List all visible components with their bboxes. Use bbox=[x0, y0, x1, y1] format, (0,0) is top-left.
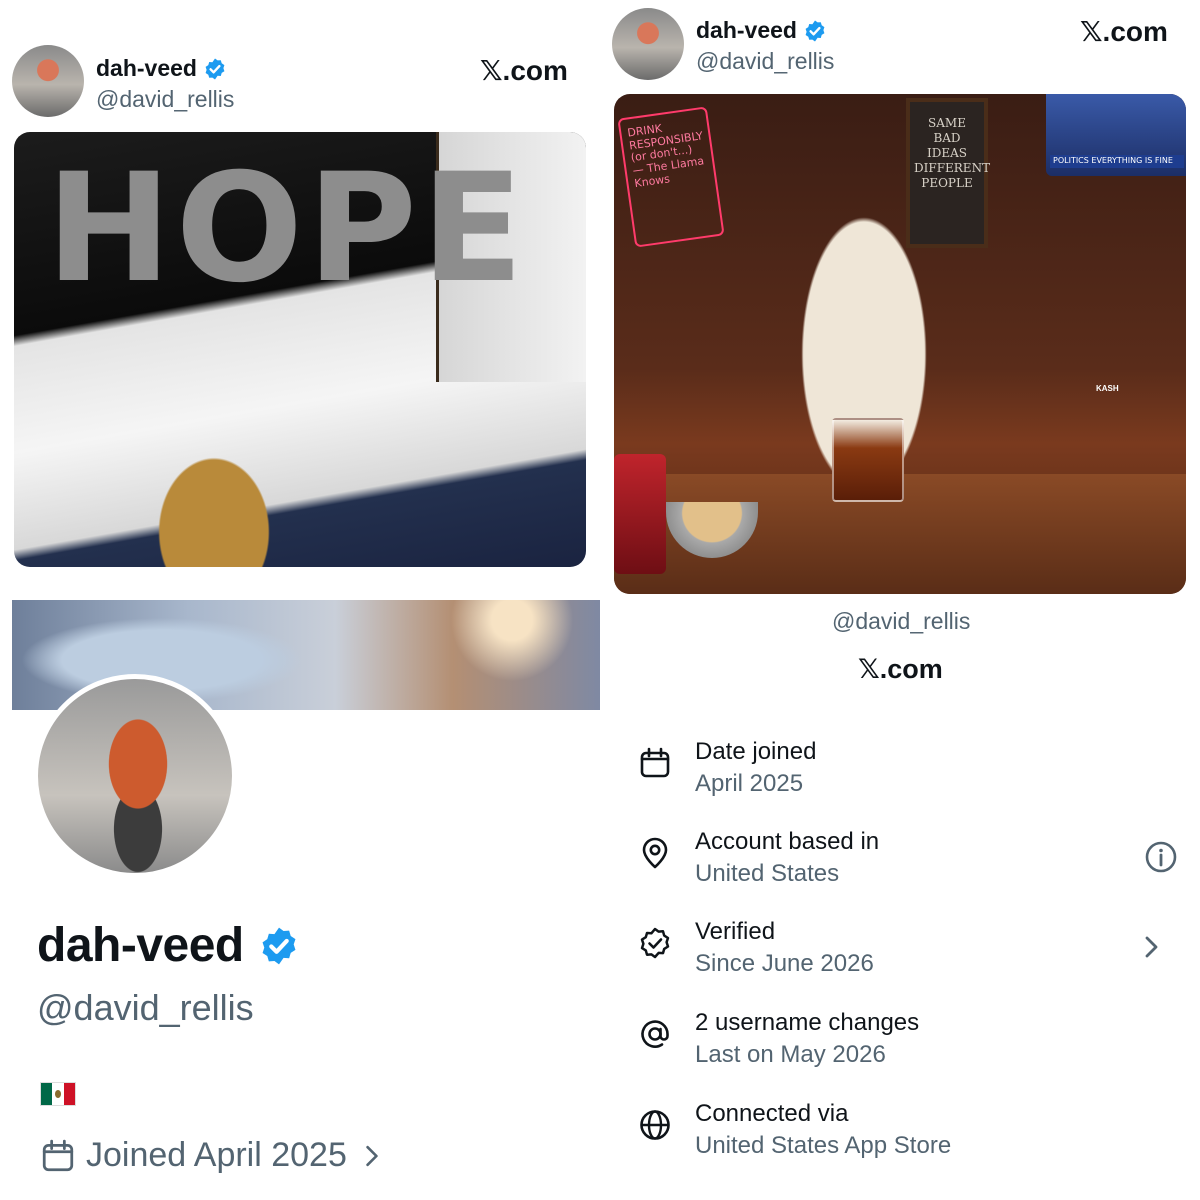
info-icon[interactable] bbox=[1144, 840, 1178, 874]
drink-glass bbox=[832, 418, 904, 502]
joined-row[interactable]: Joined April 2025 bbox=[40, 1136, 387, 1175]
at-icon bbox=[641, 1020, 669, 1048]
about-row-account-based-in: Account based in United States bbox=[638, 828, 1178, 898]
author-name: dah-veed bbox=[96, 55, 197, 81]
author-handle[interactable]: @david_rellis bbox=[96, 86, 234, 113]
about-row-username-changes: 2 username changes Last on May 2026 bbox=[638, 1009, 1178, 1079]
source-label: 𝕏.com bbox=[1080, 16, 1168, 47]
row-title: Account based in bbox=[695, 828, 880, 855]
about-handle: @david_rellis bbox=[832, 608, 971, 634]
author-avatar[interactable] bbox=[612, 8, 684, 80]
row-value: United States App Store bbox=[695, 1132, 952, 1159]
row-value: United States bbox=[695, 860, 840, 887]
row-title: Verified bbox=[695, 918, 776, 945]
row-title: Date joined bbox=[695, 738, 817, 765]
profile-avatar[interactable] bbox=[33, 674, 237, 878]
author-name: dah-veed bbox=[696, 17, 797, 43]
author-name-row[interactable]: dah-veed bbox=[96, 55, 227, 82]
row-value: April 2025 bbox=[695, 770, 804, 797]
verified-badge-icon[interactable] bbox=[258, 925, 300, 967]
joined-text: Joined April 2025 bbox=[86, 1136, 347, 1174]
tweet-image-hope[interactable]: HOPE bbox=[14, 132, 586, 567]
tv-screen: POLITICS EVERYTHING IS FINE bbox=[1046, 94, 1186, 176]
lapel-pin: KASH bbox=[1096, 384, 1119, 393]
chevron-right-icon[interactable] bbox=[357, 1141, 387, 1171]
candle-jar bbox=[614, 454, 666, 574]
image-overlay-text: HOPE bbox=[46, 142, 528, 316]
author-avatar[interactable] bbox=[12, 45, 84, 117]
about-row-date-joined: Date joined April 2025 bbox=[638, 738, 1178, 808]
mexico-flag-icon bbox=[40, 1082, 76, 1106]
globe-icon bbox=[640, 1110, 670, 1140]
tweet-image-llama-bar[interactable]: DRINK RESPONSIBLY (or don't...) — The Ll… bbox=[614, 94, 1186, 594]
verified-badge-icon bbox=[803, 19, 827, 43]
row-value: Last on May 2026 bbox=[695, 1041, 886, 1068]
verified-icon bbox=[640, 927, 670, 959]
profile-name-row: dah-veed bbox=[37, 918, 300, 973]
about-row-verified[interactable]: Verified Since June 2026 bbox=[638, 918, 1178, 988]
profile-display-name: dah-veed bbox=[37, 919, 244, 972]
chalkboard-sign: SAME BAD IDEAS DIFFERENT PEOPLE bbox=[906, 98, 990, 248]
row-title: Connected via bbox=[695, 1100, 849, 1127]
location-pin-icon bbox=[642, 837, 668, 869]
row-title: 2 username changes bbox=[695, 1009, 920, 1036]
about-row-connected-via: Connected via United States App Store bbox=[638, 1100, 1178, 1170]
calendar-icon bbox=[42, 1139, 74, 1171]
row-value: Since June 2026 bbox=[695, 950, 874, 977]
calendar-icon bbox=[640, 747, 670, 778]
neon-sign: DRINK RESPONSIBLY (or don't...) — The Ll… bbox=[617, 106, 725, 248]
tv-banner: POLITICS EVERYTHING IS FINE bbox=[1050, 155, 1184, 168]
author-handle[interactable]: @david_rellis bbox=[696, 48, 834, 75]
chevron-right-icon[interactable] bbox=[1134, 930, 1168, 964]
source-label: 𝕏.com bbox=[480, 55, 568, 86]
author-name-row[interactable]: dah-veed bbox=[696, 17, 827, 44]
about-source-label: 𝕏.com bbox=[858, 654, 943, 684]
verified-badge-icon bbox=[203, 57, 227, 81]
profile-handle: @david_rellis bbox=[37, 987, 254, 1028]
